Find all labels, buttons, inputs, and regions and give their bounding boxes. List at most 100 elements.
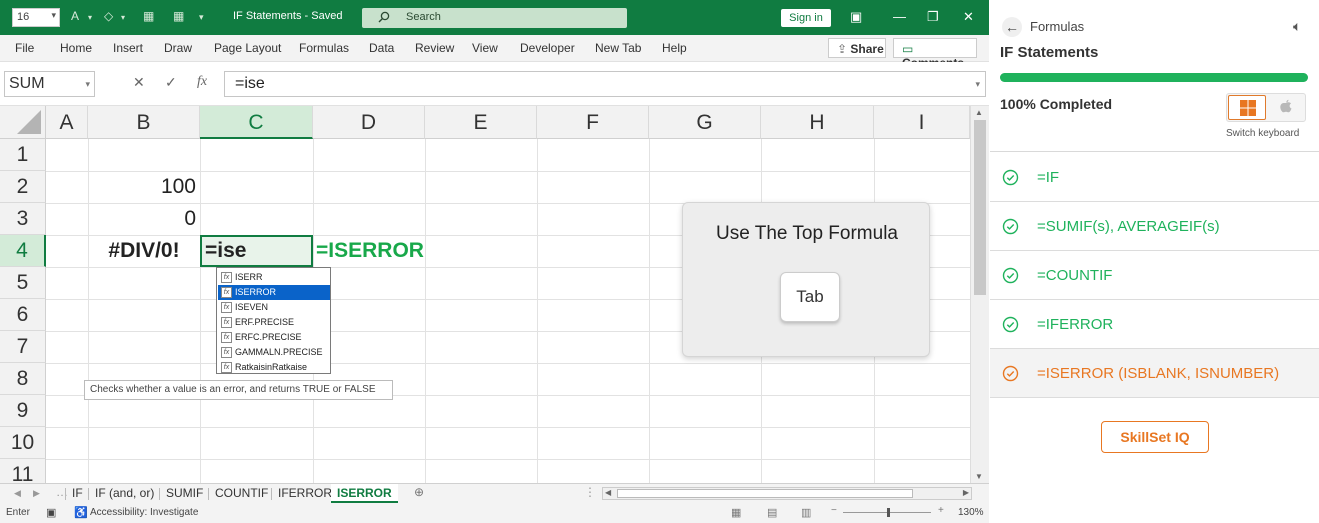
chevron-down-icon[interactable]: ▾ [88,13,92,22]
close-icon[interactable]: ✕ [963,9,974,25]
tab-splitter-icon[interactable]: ⋮ [584,485,596,499]
menu-formulas[interactable]: Formulas [299,41,349,55]
column-header-d[interactable]: D [313,106,425,139]
autocomplete-item-selected[interactable]: fx ISERROR [218,285,330,300]
restore-icon[interactable]: ❐ [927,9,939,25]
customize-toolbar-icon[interactable]: ▾ [199,12,204,23]
active-cell-c4[interactable]: =ise [200,235,313,267]
keyboard-toggle[interactable] [1226,93,1306,122]
ribbon-display-icon[interactable]: ▣ [850,9,862,25]
menu-data[interactable]: Data [369,41,394,55]
column-header-b[interactable]: B [88,106,200,139]
row-header-5[interactable]: 5 [0,267,46,299]
lesson-item-if[interactable]: =IF [990,153,1319,202]
column-header-c[interactable]: C [200,106,313,139]
sheet-tab-countif[interactable]: COUNTIF [215,486,268,500]
prev-sheet-icon[interactable]: ◀ [14,488,21,499]
windows-keyboard-option[interactable] [1228,95,1266,120]
scroll-right-icon[interactable]: ▶ [963,488,969,497]
menu-new-tab[interactable]: New Tab [595,41,641,55]
page-break-view-icon[interactable]: ▥ [801,506,811,519]
font-size-box[interactable]: 16 ▾ [12,8,60,27]
sheet-tab-if[interactable]: IF [72,486,83,500]
zoom-level[interactable]: 130% [958,507,984,518]
cancel-icon[interactable]: ✕ [133,74,145,91]
menu-insert[interactable]: Insert [113,41,143,55]
row-header-4[interactable]: 4 [0,235,46,267]
formula-input[interactable]: =ise ▾ [224,71,986,97]
row-header-6[interactable]: 6 [0,299,46,331]
scroll-thumb[interactable] [617,489,913,498]
share-button[interactable]: ⇪ Share [828,38,886,58]
zoom-slider-handle[interactable] [887,508,890,517]
comments-button[interactable]: ▭ Comments [893,38,977,70]
cell-b3[interactable]: 0 [90,203,196,235]
speaker-icon[interactable]: 🔈︎ [1293,18,1301,35]
autocomplete-item[interactable]: fx ERFC.PRECISE [218,330,330,345]
zoom-out-icon[interactable]: − [831,505,837,516]
sheet-tab-iserror[interactable]: ISERROR [331,484,398,503]
column-header-i[interactable]: I [874,106,970,139]
tab-key-button[interactable]: Tab [780,272,840,322]
column-header-g[interactable]: G [649,106,761,139]
column-header-h[interactable]: H [761,106,874,139]
menu-file[interactable]: File [15,41,34,55]
autocomplete-item[interactable]: fx ERF.PRECISE [218,315,330,330]
menu-page-layout[interactable]: Page Layout [214,41,281,55]
autocomplete-item[interactable]: fx GAMMALN.PRECISE [218,345,330,360]
lesson-item-iserror[interactable]: =ISERROR (ISBLANK, ISNUMBER) [990,349,1319,398]
sign-in-button[interactable]: Sign in [781,9,831,27]
cell-b2[interactable]: 100 [90,171,196,203]
row-header-1[interactable]: 1 [0,139,46,171]
chevron-down-icon[interactable]: ▾ [121,13,125,22]
macro-record-icon[interactable]: ▣ [46,506,56,519]
row-header-8[interactable]: 8 [0,363,46,395]
zoom-in-icon[interactable]: + [938,505,944,516]
enter-check-icon[interactable]: ✓ [165,74,177,91]
cell-b4[interactable]: #DIV/0! [88,235,200,267]
minimize-icon[interactable]: — [893,9,906,24]
menu-developer[interactable]: Developer [520,41,575,55]
add-sheet-icon[interactable]: ⊕ [414,485,424,499]
vertical-scrollbar[interactable]: ▲ ▼ [970,106,989,483]
sheet-tab-if-and-or[interactable]: IF (and, or) [95,486,154,500]
scroll-thumb[interactable] [974,120,986,295]
column-header-a[interactable]: A [46,106,88,139]
row-header-7[interactable]: 7 [0,331,46,363]
breadcrumb[interactable]: Formulas [1030,19,1084,34]
sheet-tab-sumif[interactable]: SUMIF [166,486,203,500]
mac-keyboard-option[interactable] [1267,95,1305,120]
accessibility-status[interactable]: Accessibility: Investigate [90,507,198,518]
borders-icon[interactable]: ▦ [143,9,154,23]
menu-review[interactable]: Review [415,41,454,55]
back-arrow-icon[interactable]: ← [1002,17,1022,37]
accessibility-icon[interactable]: ♿ [74,506,88,519]
lesson-item-countif[interactable]: =COUNTIF [990,251,1319,300]
scroll-up-icon[interactable]: ▲ [975,108,983,117]
row-header-2[interactable]: 2 [0,171,46,203]
autocomplete-item[interactable]: fx ISEVEN [218,300,330,315]
lesson-item-iferror[interactable]: =IFERROR [990,300,1319,349]
row-header-3[interactable]: 3 [0,203,46,235]
column-header-f[interactable]: F [537,106,649,139]
more-sheets-icon[interactable]: … [56,485,68,499]
menu-home[interactable]: Home [60,41,92,55]
row-header-9[interactable]: 9 [0,395,46,427]
page-layout-view-icon[interactable]: ▤ [767,506,777,519]
sheet-tab-iferror[interactable]: IFERROR [278,486,332,500]
scroll-left-icon[interactable]: ◀ [605,488,611,497]
horizontal-scrollbar[interactable]: ◀ ▶ [602,487,972,500]
scroll-down-icon[interactable]: ▼ [975,472,983,481]
normal-view-icon[interactable]: ▦ [731,506,741,519]
column-header-e[interactable]: E [425,106,537,139]
name-box[interactable]: SUM ▾ [4,71,95,97]
menu-help[interactable]: Help [662,41,687,55]
row-header-10[interactable]: 10 [0,427,46,459]
select-all-corner[interactable] [0,106,46,139]
next-sheet-icon[interactable]: ▶ [33,488,40,499]
lesson-item-sumif[interactable]: =SUMIF(s), AVERAGEIF(s) [990,202,1319,251]
insert-function-icon[interactable]: fx [197,74,207,90]
borders-icon-2[interactable]: ▦ [173,9,184,23]
skillset-iq-button[interactable]: SkillSet IQ [1101,421,1209,453]
fill-color-icon[interactable]: ◇ [104,9,113,23]
